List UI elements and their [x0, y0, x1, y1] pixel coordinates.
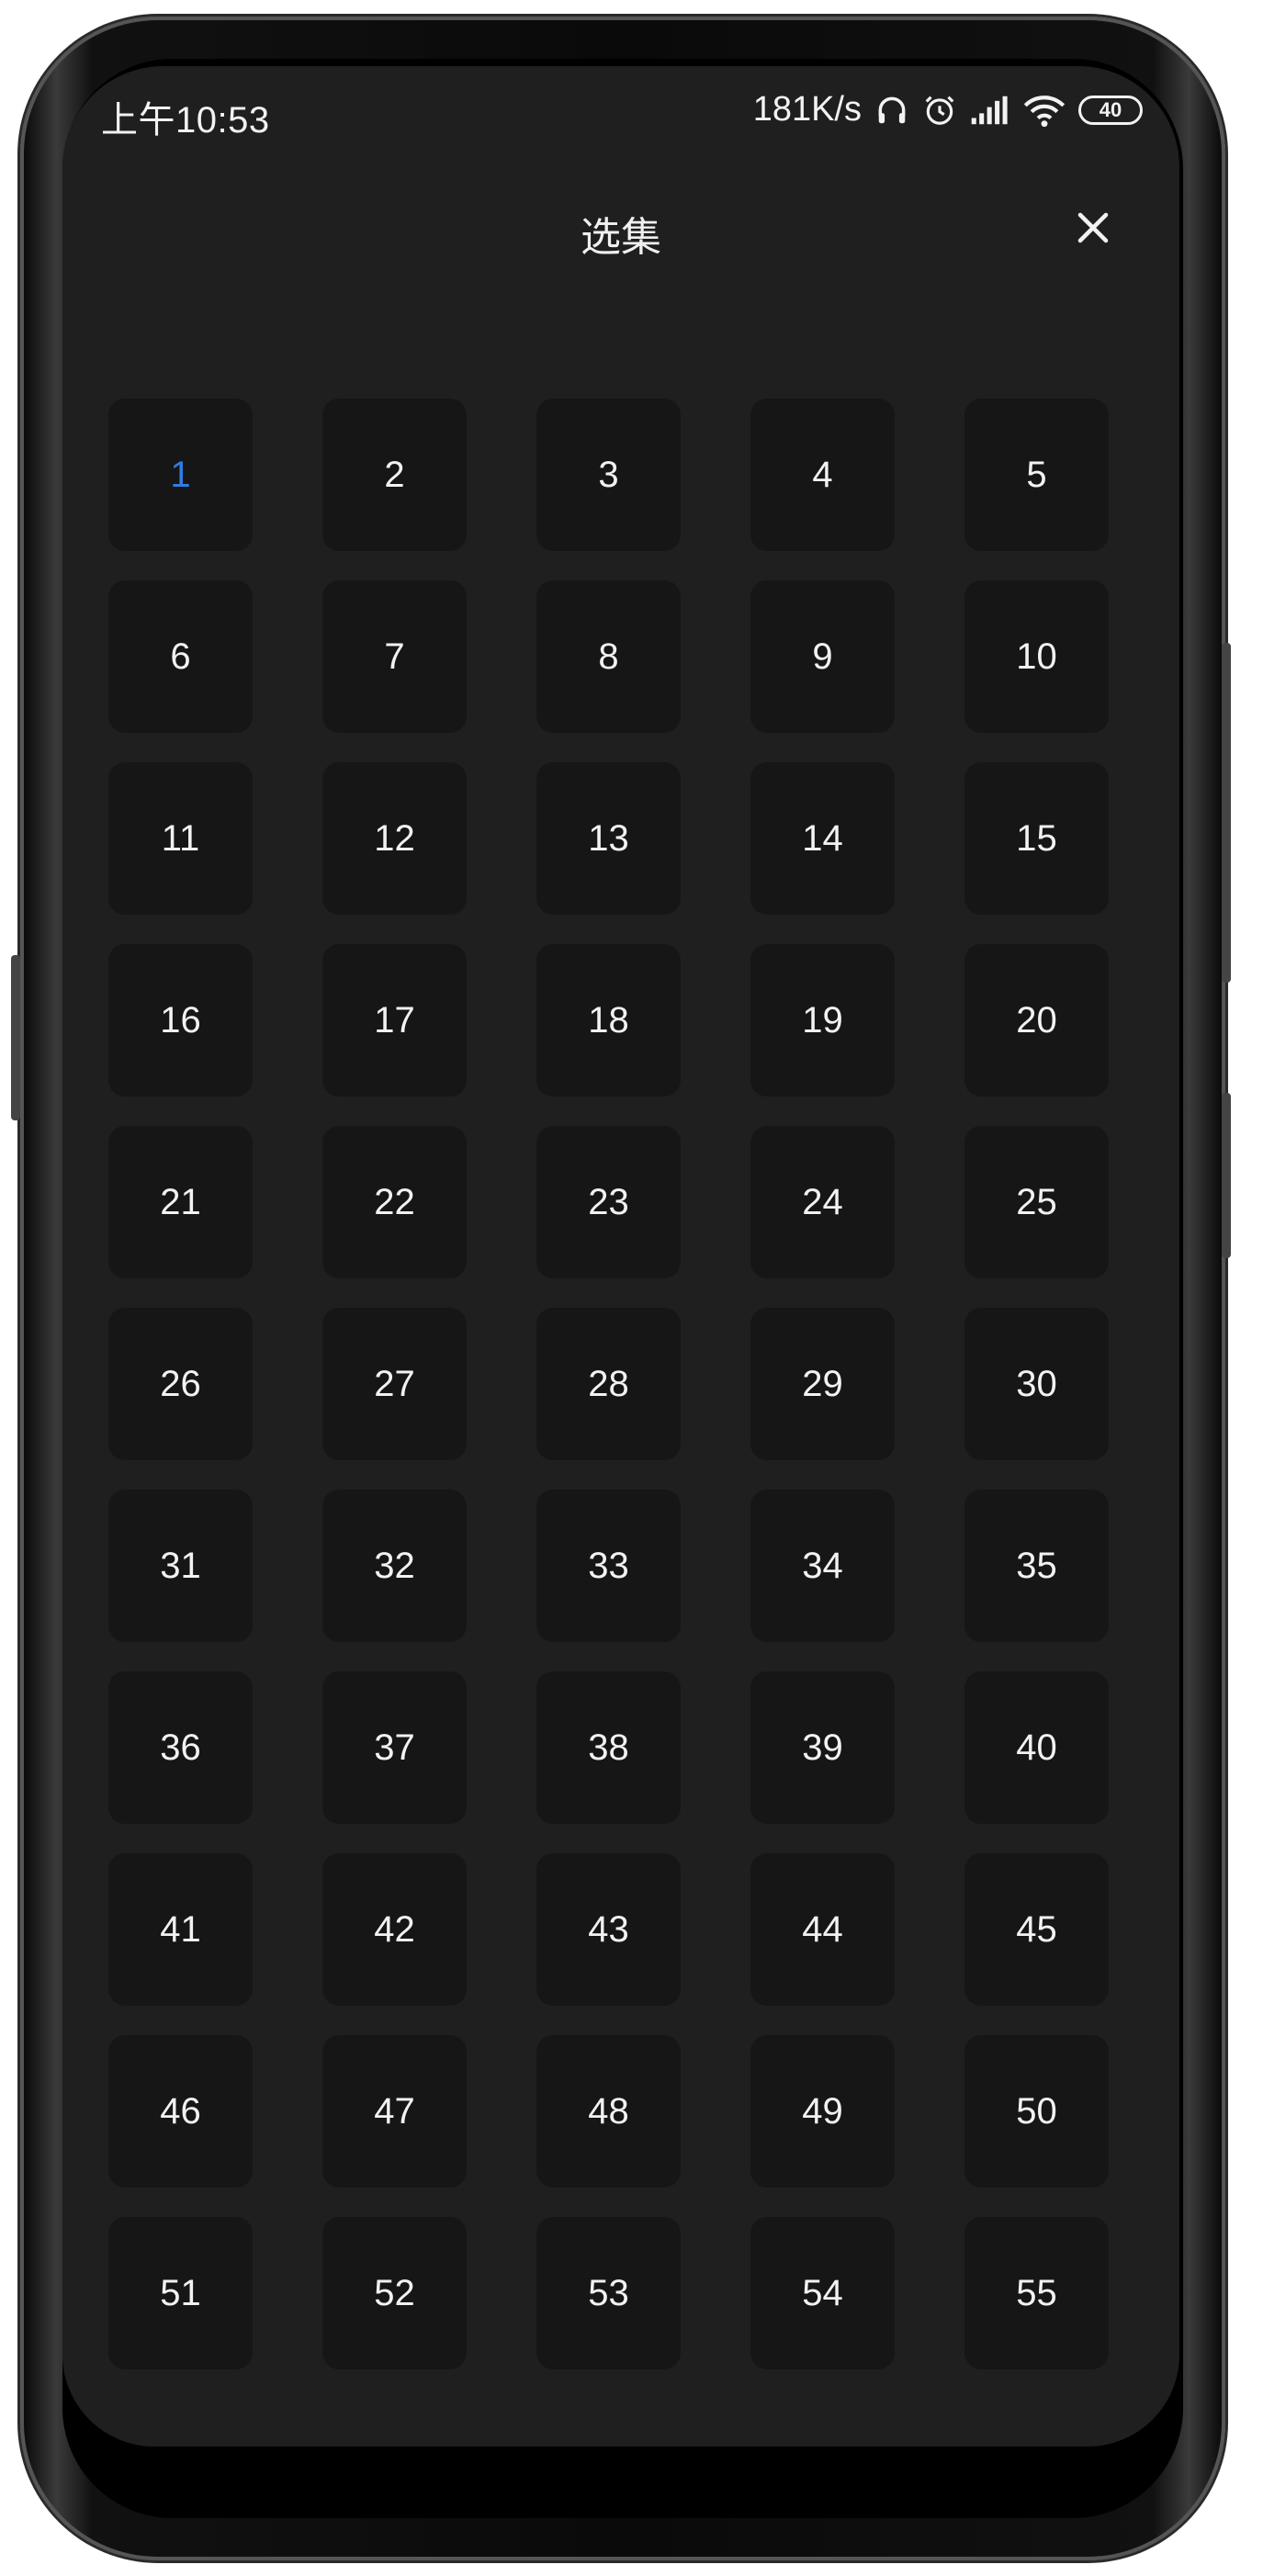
- network-speed: 181K/s: [752, 90, 862, 129]
- phone-side-button: [11, 955, 20, 1120]
- episode-item-32[interactable]: 32: [322, 1490, 467, 1642]
- episode-item-14[interactable]: 14: [750, 762, 895, 915]
- episode-item-15[interactable]: 15: [964, 762, 1109, 915]
- episode-item-26[interactable]: 26: [108, 1308, 253, 1460]
- episode-item-48[interactable]: 48: [536, 2035, 681, 2188]
- episode-item-30[interactable]: 30: [964, 1308, 1109, 1460]
- episode-item-25[interactable]: 25: [964, 1126, 1109, 1278]
- close-button[interactable]: [1071, 206, 1115, 250]
- alarm-icon: [922, 93, 957, 128]
- phone-power-button: [1222, 1093, 1231, 1258]
- episode-item-2[interactable]: 2: [322, 399, 467, 551]
- episode-item-7[interactable]: 7: [322, 580, 467, 733]
- wifi-icon: [1023, 93, 1066, 128]
- phone-volume-button: [1222, 643, 1231, 983]
- episode-item-16[interactable]: 16: [108, 944, 253, 1097]
- episode-grid: 1 2 3 4 5 6 7 8 9 10 11 12 13 14 15 16 17 18 19 20 21 22 23 24 2…: [108, 399, 1110, 2369]
- episode-item-50[interactable]: 50: [964, 2035, 1109, 2188]
- episode-item-23[interactable]: 23: [536, 1126, 681, 1278]
- battery-icon: 40: [1078, 95, 1143, 125]
- episode-item-22[interactable]: 22: [322, 1126, 467, 1278]
- episode-item-36[interactable]: 36: [108, 1671, 253, 1824]
- episode-item-19[interactable]: 19: [750, 944, 895, 1097]
- episode-item-12[interactable]: 12: [322, 762, 467, 915]
- episode-item-4[interactable]: 4: [750, 399, 895, 551]
- page-canvas: 上午10:53 181K/s 40 选集 1 2 3 4 5 6 7 8 9 1…: [0, 0, 1263, 2576]
- episode-item-13[interactable]: 13: [536, 762, 681, 915]
- episode-item-47[interactable]: 47: [322, 2035, 467, 2188]
- episode-item-29[interactable]: 29: [750, 1308, 895, 1460]
- episode-item-34[interactable]: 34: [750, 1490, 895, 1642]
- episode-item-45[interactable]: 45: [964, 1853, 1109, 2006]
- episode-item-1[interactable]: 1: [108, 399, 253, 551]
- episode-item-49[interactable]: 49: [750, 2035, 895, 2188]
- episode-item-54[interactable]: 54: [750, 2217, 895, 2369]
- episode-item-37[interactable]: 37: [322, 1671, 467, 1824]
- episode-item-38[interactable]: 38: [536, 1671, 681, 1824]
- episode-item-18[interactable]: 18: [536, 944, 681, 1097]
- episode-item-52[interactable]: 52: [322, 2217, 467, 2369]
- episode-item-8[interactable]: 8: [536, 580, 681, 733]
- episode-item-6[interactable]: 6: [108, 580, 253, 733]
- episode-item-3[interactable]: 3: [536, 399, 681, 551]
- app-screen: 上午10:53 181K/s 40 选集 1 2 3 4 5 6 7 8 9 1…: [62, 66, 1179, 2447]
- status-time: 上午10:53: [101, 100, 270, 141]
- close-icon: [1077, 212, 1109, 243]
- episode-item-46[interactable]: 46: [108, 2035, 253, 2188]
- episode-item-33[interactable]: 33: [536, 1490, 681, 1642]
- episode-item-55[interactable]: 55: [964, 2217, 1109, 2369]
- episode-item-44[interactable]: 44: [750, 1853, 895, 2006]
- episode-item-21[interactable]: 21: [108, 1126, 253, 1278]
- episode-item-28[interactable]: 28: [536, 1308, 681, 1460]
- episode-item-9[interactable]: 9: [750, 580, 895, 733]
- episode-item-20[interactable]: 20: [964, 944, 1109, 1097]
- episode-item-53[interactable]: 53: [536, 2217, 681, 2369]
- status-indicators: 181K/s 40: [753, 90, 1143, 129]
- signal-icon: [970, 94, 1010, 127]
- page-title: 选集: [581, 215, 661, 260]
- episode-item-42[interactable]: 42: [322, 1853, 467, 2006]
- episode-item-39[interactable]: 39: [750, 1671, 895, 1824]
- episode-item-31[interactable]: 31: [108, 1490, 253, 1642]
- episode-item-51[interactable]: 51: [108, 2217, 253, 2369]
- episode-item-35[interactable]: 35: [964, 1490, 1109, 1642]
- episode-item-43[interactable]: 43: [536, 1853, 681, 2006]
- episode-item-24[interactable]: 24: [750, 1126, 895, 1278]
- episode-item-10[interactable]: 10: [964, 580, 1109, 733]
- episode-item-11[interactable]: 11: [108, 762, 253, 915]
- episode-item-40[interactable]: 40: [964, 1671, 1109, 1824]
- status-bar: 上午10:53 181K/s 40: [62, 66, 1179, 158]
- episode-item-17[interactable]: 17: [322, 944, 467, 1097]
- headphones-icon: [874, 93, 909, 128]
- episode-item-5[interactable]: 5: [964, 399, 1109, 551]
- episode-item-27[interactable]: 27: [322, 1308, 467, 1460]
- episode-item-41[interactable]: 41: [108, 1853, 253, 2006]
